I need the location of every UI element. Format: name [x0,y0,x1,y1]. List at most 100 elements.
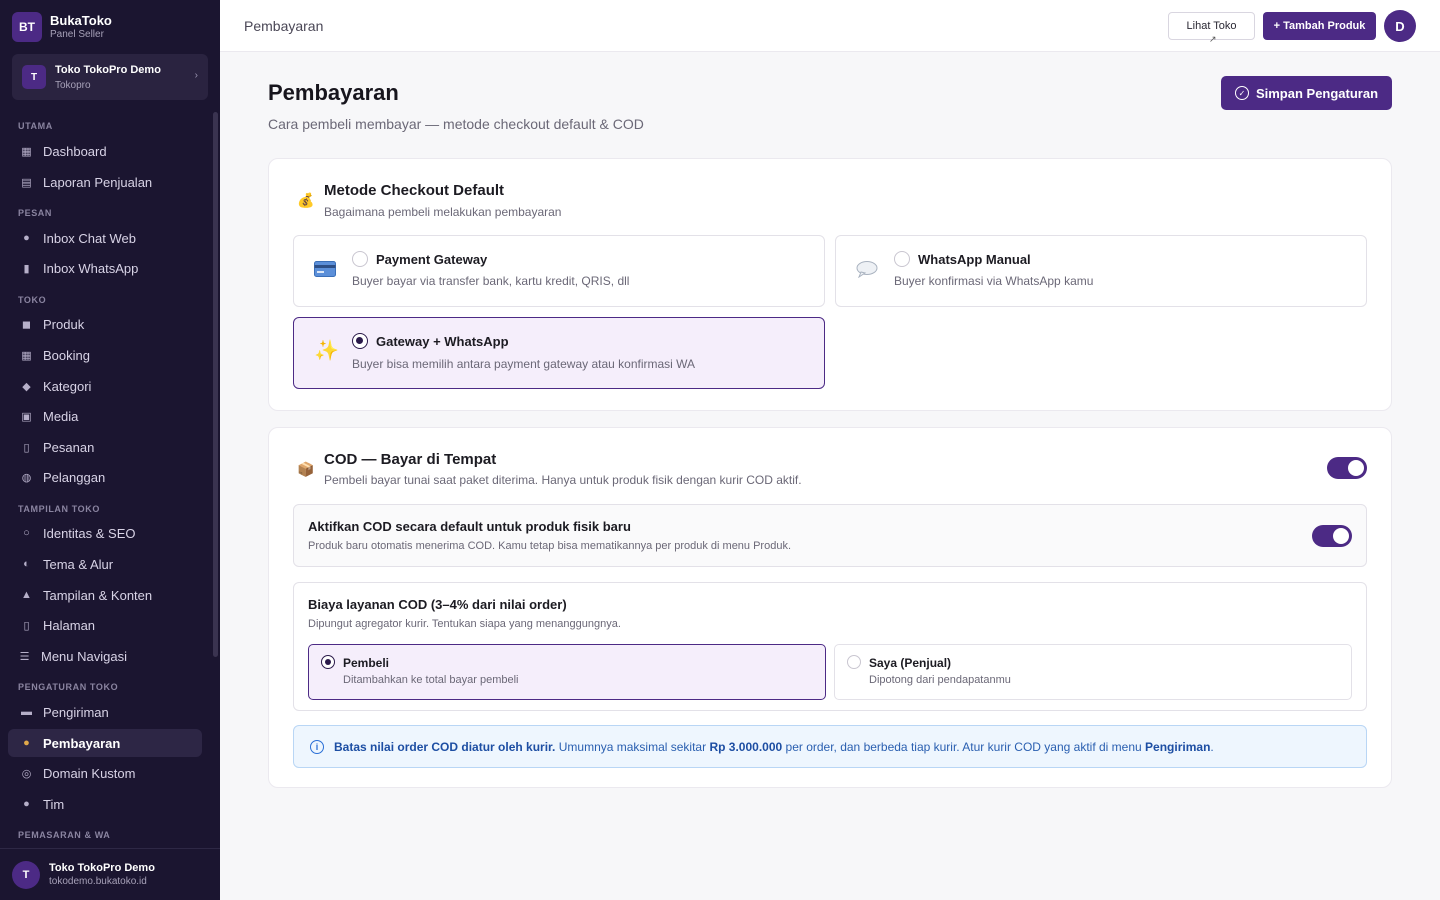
option-title: Payment Gateway [376,252,488,267]
option-desc: Buyer konfirmasi via WhatsApp kamu [894,274,1094,288]
money-bag-icon: ● [23,737,30,749]
sidebar-item-tampilan[interactable]: ▲ Tampilan & Konten [8,581,202,609]
sidebar-item-label: Pengiriman [43,704,109,720]
sidebar-item-label: Dashboard [43,143,107,159]
sidebar-scrollbar[interactable] [213,112,218,657]
cod-limit-info: i Batas nilai order COD diatur oleh kuri… [293,725,1367,768]
search-icon: ○ [23,527,30,539]
info-text-2: per order, dan berbeda tiap kurir. Atur … [785,739,1142,754]
external-link-icon: ↗ [1209,34,1217,44]
cod-default-box: Aktifkan COD secara default untuk produk… [293,504,1367,567]
account-name: Toko TokoPro Demo [49,862,155,874]
sidebar-item-menu[interactable]: ☰ Menu Navigasi [8,642,202,670]
save-settings-button[interactable]: ✓ Simpan Pengaturan [1221,76,1392,110]
sidebar-item-tema[interactable]: ◐ Tema & Alur [8,550,202,578]
sidebar-item-dashboard[interactable]: ▦ Dashboard [8,137,202,165]
sidebar-item-label: Produk [43,316,85,332]
sidebar-item-media[interactable]: ▣ Media [8,402,202,430]
sidebar-item-produk[interactable]: ◼ Produk [8,310,202,338]
nav-section-tampilan: TAMPILAN TOKO [18,504,100,514]
cod-default-toggle[interactable] [1312,525,1352,547]
account-footer[interactable]: T Toko TokoPro Demo tokodemo.bukatoko.id [0,848,220,900]
sidebar-item-pesanan[interactable]: ▯ Pesanan [8,433,202,461]
info-link-pengiriman[interactable]: Pengiriman [1145,740,1210,754]
sidebar-item-label: Tema & Alur [43,556,114,572]
page-title: Pembayaran [268,80,399,105]
sidebar-item-pelanggan[interactable]: ◍ Pelanggan [8,463,202,491]
image-icon: ▣ [21,410,32,423]
sidebar-item-label: Menu Navigasi [41,648,127,664]
nav-section-pemasaran: PEMASARAN & WA [18,830,111,840]
sidebar-item-pembayaran[interactable]: ● Pembayaran [8,729,202,757]
radio-gateway-whatsapp[interactable] [352,333,368,349]
sidebar-item-inbox-whatsapp[interactable]: ▮ Inbox WhatsApp [8,254,202,282]
sidebar-item-booking[interactable]: ▦ Booking [8,341,202,369]
sidebar-item-label: Domain Kustom [43,765,136,781]
store-switcher[interactable]: T Toko TokoPro Demo Tokopro › [12,54,208,100]
nav-section-pesan: PESAN [18,208,53,218]
sidebar-item-label: Inbox WhatsApp [43,260,139,276]
money-bag-icon: 💰 [297,192,315,208]
cod-enable-toggle[interactable] [1327,457,1367,479]
radio-payment-gateway[interactable] [352,251,368,267]
sidebar: BT BukaToko Panel Seller T Toko TokoPro … [0,0,220,900]
sidebar-item-label: Identitas & SEO [43,525,136,541]
storefront-icon: ▲ [21,589,32,601]
sidebar-item-label: Kategori [43,378,92,394]
fee-option-desc: Dipotong dari pendapatanmu [869,674,1011,686]
sidebar-item-domain[interactable]: ◎ Domain Kustom [8,759,202,787]
sidebar-item-kategori[interactable]: ◆ Kategori [8,372,202,400]
fee-option-penjual[interactable]: Saya (Penjual) Dipotong dari pendapatanm… [834,644,1352,700]
sidebar-item-pengiriman[interactable]: ▬ Pengiriman [8,698,202,726]
sidebar-item-label: Pelanggan [43,469,106,485]
add-product-button[interactable]: + Tambah Produk [1263,12,1376,40]
cod-fee-desc: Dipungut agregator kurir. Tentukan siapa… [308,618,621,630]
fee-option-pembeli[interactable]: Pembeli Ditambahkan ke total bayar pembe… [308,644,826,700]
radio-fee-pembeli[interactable] [321,655,335,669]
sidebar-item-label: Laporan Penjualan [43,174,153,190]
cod-subtitle: Pembeli bayar tunai saat paket diterima.… [324,473,802,487]
info-bold-1: Batas nilai order COD diatur oleh kurir. [334,739,556,754]
box-icon: ◼ [21,318,32,331]
sidebar-item-label: Pembayaran [43,735,121,751]
sidebar-item-inbox-web[interactable]: ● Inbox Chat Web [8,224,202,252]
view-store-button[interactable]: Lihat Toko ↗ [1168,12,1255,44]
sidebar-item-halaman[interactable]: ▯ Halaman [8,611,202,639]
check-circle-icon: ✓ [1234,86,1249,100]
globe-icon: ◎ [21,767,32,780]
cod-default-desc: Produk baru otomatis menerima COD. Kamu … [308,540,792,552]
cod-card: 📦 COD — Bayar di Tempat Pembeli bayar tu… [268,427,1392,788]
nav-section-utama: UTAMA [18,121,53,131]
account-avatar: T [12,860,40,889]
option-whatsapp-manual[interactable]: WhatsApp Manual Buyer konfirmasi via Wha… [835,235,1367,307]
sidebar-item-identitas[interactable]: ○ Identitas & SEO [8,519,202,547]
brand-name: BukaToko [50,13,112,28]
checkout-method-card: 💰 Metode Checkout Default Bagaimana pemb… [268,158,1392,411]
speech-bubble-icon [856,260,878,283]
breadcrumb: Pembayaran [244,18,324,34]
sidebar-item-laporan[interactable]: ▤ Laporan Penjualan [8,168,202,196]
option-payment-gateway[interactable]: Payment Gateway Buyer bayar via transfer… [293,235,825,307]
option-desc: Buyer bisa memilih antara payment gatewa… [352,357,696,371]
menu-icon: ☰ [19,650,30,663]
cod-fee-box: Biaya layanan COD (3–4% dari nilai order… [293,582,1367,711]
info-amount: Rp 3.000.000 [709,739,783,754]
nav-section-pengaturan: PENGATURAN TOKO [18,682,119,692]
nav-section-toko: TOKO [18,295,47,305]
sidebar-item-label: Pesanan [43,439,95,455]
chevron-right-icon: › [194,70,198,81]
store-name: Toko TokoPro Demo [55,63,161,76]
receipt-icon: ▯ [23,441,30,454]
sidebar-item-tim[interactable]: ● Tim [8,790,202,818]
option-title: WhatsApp Manual [918,252,1031,267]
page-subtitle: Cara pembeli membayar — metode checkout … [268,116,644,132]
topbar: Pembayaran Lihat Toko ↗ + Tambah Produk … [220,0,1440,52]
cod-title: COD — Bayar di Tempat [324,451,497,468]
user-icon: ● [23,798,30,810]
radio-whatsapp-manual[interactable] [894,251,910,267]
user-avatar[interactable]: D [1384,10,1416,42]
brand[interactable]: BT BukaToko Panel Seller [12,12,112,42]
radio-fee-penjual[interactable] [847,655,861,669]
option-title: Gateway + WhatsApp [376,334,509,349]
option-gateway-whatsapp[interactable]: ✨ Gateway + WhatsApp Buyer bisa memilih … [293,317,825,389]
